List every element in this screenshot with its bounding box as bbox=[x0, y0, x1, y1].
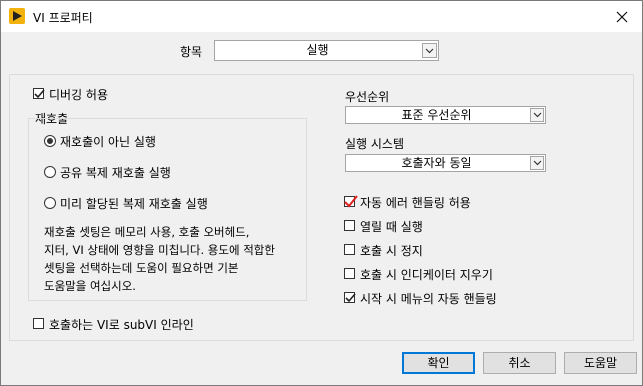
description-line: 재호출 셋팅은 메모리 사용, 호출 오버헤드, bbox=[44, 225, 250, 239]
clear-indicators-checkbox[interactable] bbox=[344, 268, 355, 279]
suspend-when-called-checkbox[interactable] bbox=[344, 244, 355, 255]
auto-error-handling-checkbox[interactable] bbox=[344, 195, 358, 208]
description-line: 셋팅을 선택하는데 도움이 필요하면 기본 bbox=[44, 261, 239, 275]
checkbox-label: 호출 시 인디케이터 지우기 bbox=[360, 268, 493, 282]
description-line: 도움말을 여십시오. bbox=[44, 279, 136, 293]
priority-select[interactable]: 표준 우선순위 bbox=[345, 106, 546, 124]
window-title: VI 프로퍼티 bbox=[33, 11, 93, 25]
exec-system-select[interactable]: 호출자와 동일 bbox=[345, 154, 546, 172]
category-select[interactable]: 실행 bbox=[214, 40, 439, 61]
reentrancy-description: 재호출 셋팅은 메모리 사용, 호출 오버헤드, 지터, VI 상태에 영향을 … bbox=[44, 223, 275, 295]
exec-system-value: 호출자와 동일 bbox=[401, 156, 472, 170]
reentrancy-option-label: 공유 복제 재호출 실행 bbox=[60, 166, 171, 180]
ok-button[interactable]: 확인 bbox=[402, 352, 475, 374]
chevron-down-icon[interactable] bbox=[422, 43, 437, 58]
priority-label: 우선순위 bbox=[345, 90, 390, 104]
category-label: 항목 bbox=[180, 45, 203, 59]
checkbox-label: 시작 시 메뉴의 자동 핸들링 bbox=[360, 292, 497, 306]
labview-vi-icon bbox=[9, 8, 25, 24]
checkbox-label: 자동 에러 핸들링 허용 bbox=[360, 196, 471, 210]
cancel-button[interactable]: 취소 bbox=[483, 352, 556, 374]
run-when-opened-checkbox[interactable] bbox=[344, 220, 355, 231]
inline-subvi-checkbox[interactable] bbox=[33, 318, 44, 329]
help-button[interactable]: 도움말 bbox=[564, 352, 637, 374]
category-value: 실행 bbox=[306, 43, 329, 57]
exec-system-label: 실행 시스템 bbox=[345, 137, 405, 151]
vi-properties-dialog: VI 프로퍼티 항목 실행 디버깅 허용 재호출 재호출이 아닌 실행 공유 복… bbox=[0, 0, 643, 386]
inline-subvi-label: 호출하는 VI로 subVI 인라인 bbox=[49, 318, 194, 332]
chevron-down-icon[interactable] bbox=[530, 108, 544, 122]
checkbox-label: 호출 시 정지 bbox=[360, 244, 423, 258]
reentrancy-radio-nonreentrant[interactable] bbox=[44, 135, 56, 147]
priority-value: 표준 우선순위 bbox=[401, 108, 472, 122]
reentrancy-radio-shared-clone[interactable] bbox=[44, 166, 56, 178]
allow-debugging-checkbox[interactable] bbox=[33, 88, 45, 99]
allow-debugging-label: 디버깅 허용 bbox=[49, 88, 109, 102]
reentrancy-option-label: 재호출이 아닌 실행 bbox=[60, 135, 156, 149]
chevron-down-icon[interactable] bbox=[530, 156, 544, 170]
reentrancy-radio-preallocated-clone[interactable] bbox=[44, 197, 56, 209]
description-line: 지터, VI 상태에 영향을 미칩니다. 용도에 적합한 bbox=[44, 243, 275, 257]
reentrancy-option-label: 미리 할당된 복제 재호출 실행 bbox=[60, 197, 208, 211]
checkbox-label: 열릴 때 실행 bbox=[360, 220, 423, 234]
auto-menu-handling-checkbox[interactable] bbox=[344, 292, 356, 303]
close-icon[interactable] bbox=[602, 1, 642, 32]
title-bar: VI 프로퍼티 bbox=[1, 1, 642, 32]
